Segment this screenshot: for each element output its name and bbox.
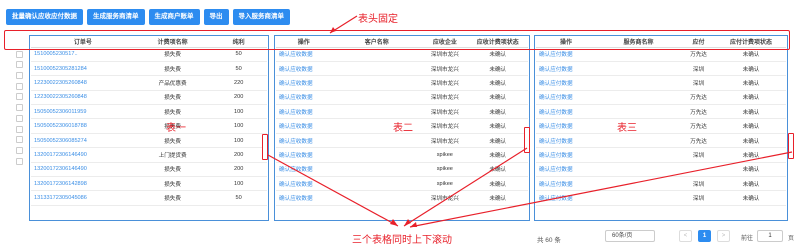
table-three-scrollbar[interactable] [788, 133, 794, 159]
row-checkbox[interactable] [15, 136, 23, 144]
row-checkbox[interactable] [15, 82, 23, 90]
row-checkbox[interactable] [15, 157, 23, 165]
row-checkbox[interactable] [15, 104, 23, 112]
row-checkbox[interactable] [15, 146, 23, 154]
total-count: 共 60 条 [537, 237, 561, 244]
table-one-label: 表一 [166, 123, 186, 134]
table-three-frame [534, 35, 788, 221]
generate-merchant-bill-button[interactable]: 生成商户账单 [148, 9, 200, 25]
header-fixed-note: 表头固定 [358, 14, 398, 25]
generate-provider-list-button[interactable]: 生成服务商清单 [87, 9, 145, 25]
table-two-label: 表二 [393, 123, 413, 134]
row-checkbox[interactable] [15, 93, 23, 101]
row-checkbox[interactable] [15, 125, 23, 133]
header-fixed-highlight [4, 30, 790, 50]
row-checkbox[interactable] [15, 50, 23, 58]
prev-page-button[interactable]: < [679, 230, 692, 242]
row-checkbox[interactable] [15, 72, 23, 80]
page-unit-label: 页 [788, 236, 795, 242]
row-checkbox[interactable] [15, 114, 23, 122]
goto-label: 前往 [741, 236, 754, 242]
checkbox-column [10, 37, 28, 168]
toolbar: 批量确认应收应付数据 生成服务商清单 生成商户账单 导出 导入服务商清单 [6, 9, 290, 25]
goto-page-input[interactable]: 1 [757, 230, 783, 242]
current-page-button[interactable]: 1 [698, 230, 711, 242]
table-one-scrollbar[interactable] [262, 134, 268, 160]
batch-confirm-button[interactable]: 批量确认应收应付数据 [6, 9, 83, 25]
import-provider-list-button[interactable]: 导入服务商清单 [232, 9, 290, 25]
table-two-scrollbar[interactable] [524, 127, 530, 153]
table-three-label: 表三 [617, 123, 637, 134]
table-one-frame [29, 35, 269, 221]
export-button[interactable]: 导出 [203, 9, 229, 25]
row-checkbox[interactable] [15, 61, 23, 69]
page-size-select[interactable]: 60条/页 [605, 230, 655, 242]
next-page-button[interactable]: > [717, 230, 730, 242]
